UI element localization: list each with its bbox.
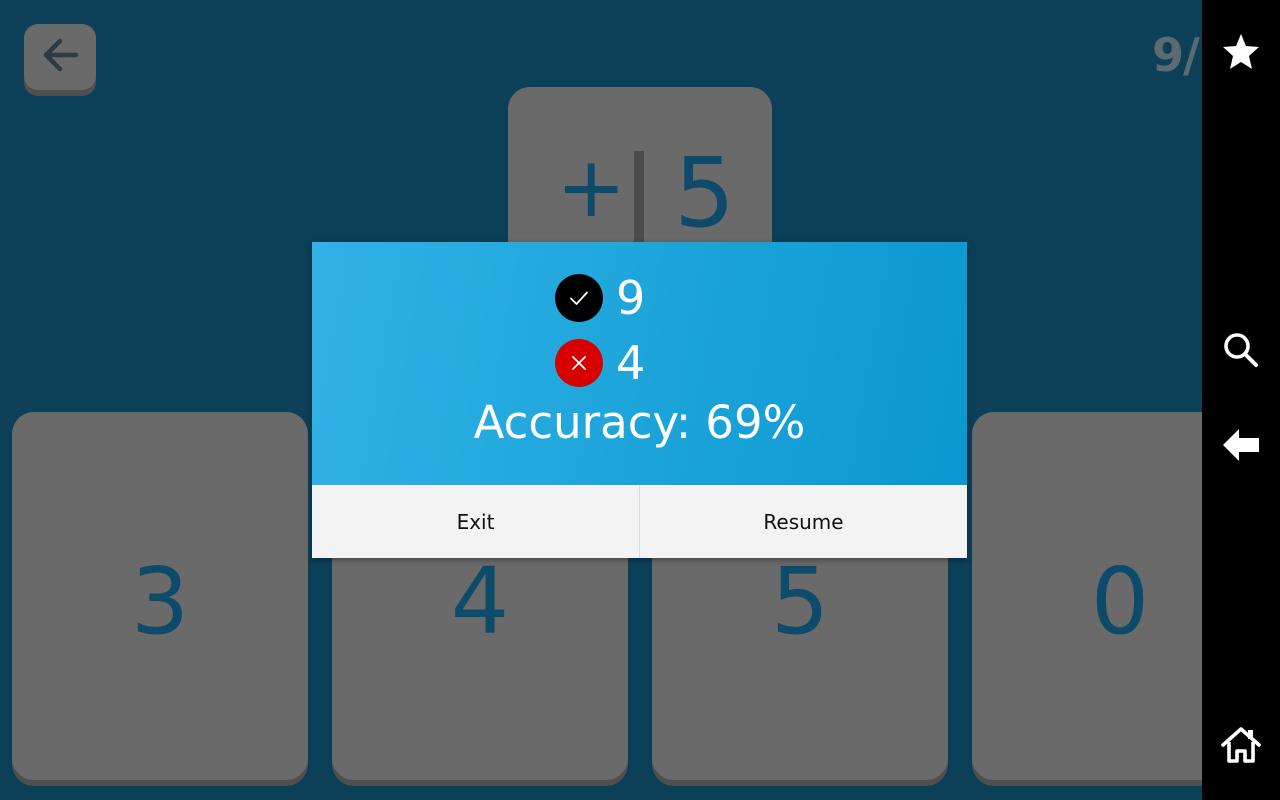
question-number: 5 — [674, 137, 736, 249]
star-icon — [1221, 32, 1261, 76]
answer-value: 0 — [1090, 547, 1150, 655]
resume-button[interactable]: Resume — [640, 485, 967, 558]
close-icon — [555, 339, 603, 387]
question-operator: + — [556, 138, 627, 236]
arrow-left-icon — [40, 35, 80, 79]
score-counter: 9/ — [1152, 28, 1200, 82]
dialog-button-bar: Exit Resume — [312, 485, 967, 558]
star-button[interactable] — [1216, 29, 1266, 79]
wrong-row: 4 — [555, 339, 645, 387]
results-dialog: 9 4 Accuracy: 69% Exit Resume — [312, 242, 967, 558]
app-screen: 9/ + 5 3 4 5 0 9 4 Accuracy: 69% Exit Re… — [0, 0, 1280, 800]
answer-value: 4 — [450, 547, 510, 655]
nav-back-button[interactable] — [1216, 422, 1266, 472]
answer-card-1[interactable]: 3 — [12, 412, 308, 780]
search-button[interactable] — [1216, 327, 1266, 377]
answer-value: 5 — [770, 547, 830, 655]
exit-button[interactable]: Exit — [312, 485, 639, 558]
back-button[interactable] — [24, 24, 96, 90]
home-icon — [1220, 726, 1262, 768]
results-panel: 9 4 Accuracy: 69% — [312, 242, 967, 485]
back-arrow-icon — [1221, 427, 1261, 467]
correct-count: 9 — [616, 271, 646, 325]
home-button[interactable] — [1216, 722, 1266, 772]
check-icon — [555, 274, 603, 322]
wrong-count: 4 — [616, 336, 646, 390]
accuracy-text: Accuracy: 69% — [473, 396, 806, 449]
correct-row: 9 — [555, 274, 645, 322]
answer-value: 3 — [130, 547, 190, 655]
system-nav-bar — [1202, 0, 1280, 800]
search-icon — [1222, 331, 1260, 373]
answer-card-4[interactable]: 0 — [972, 412, 1202, 780]
